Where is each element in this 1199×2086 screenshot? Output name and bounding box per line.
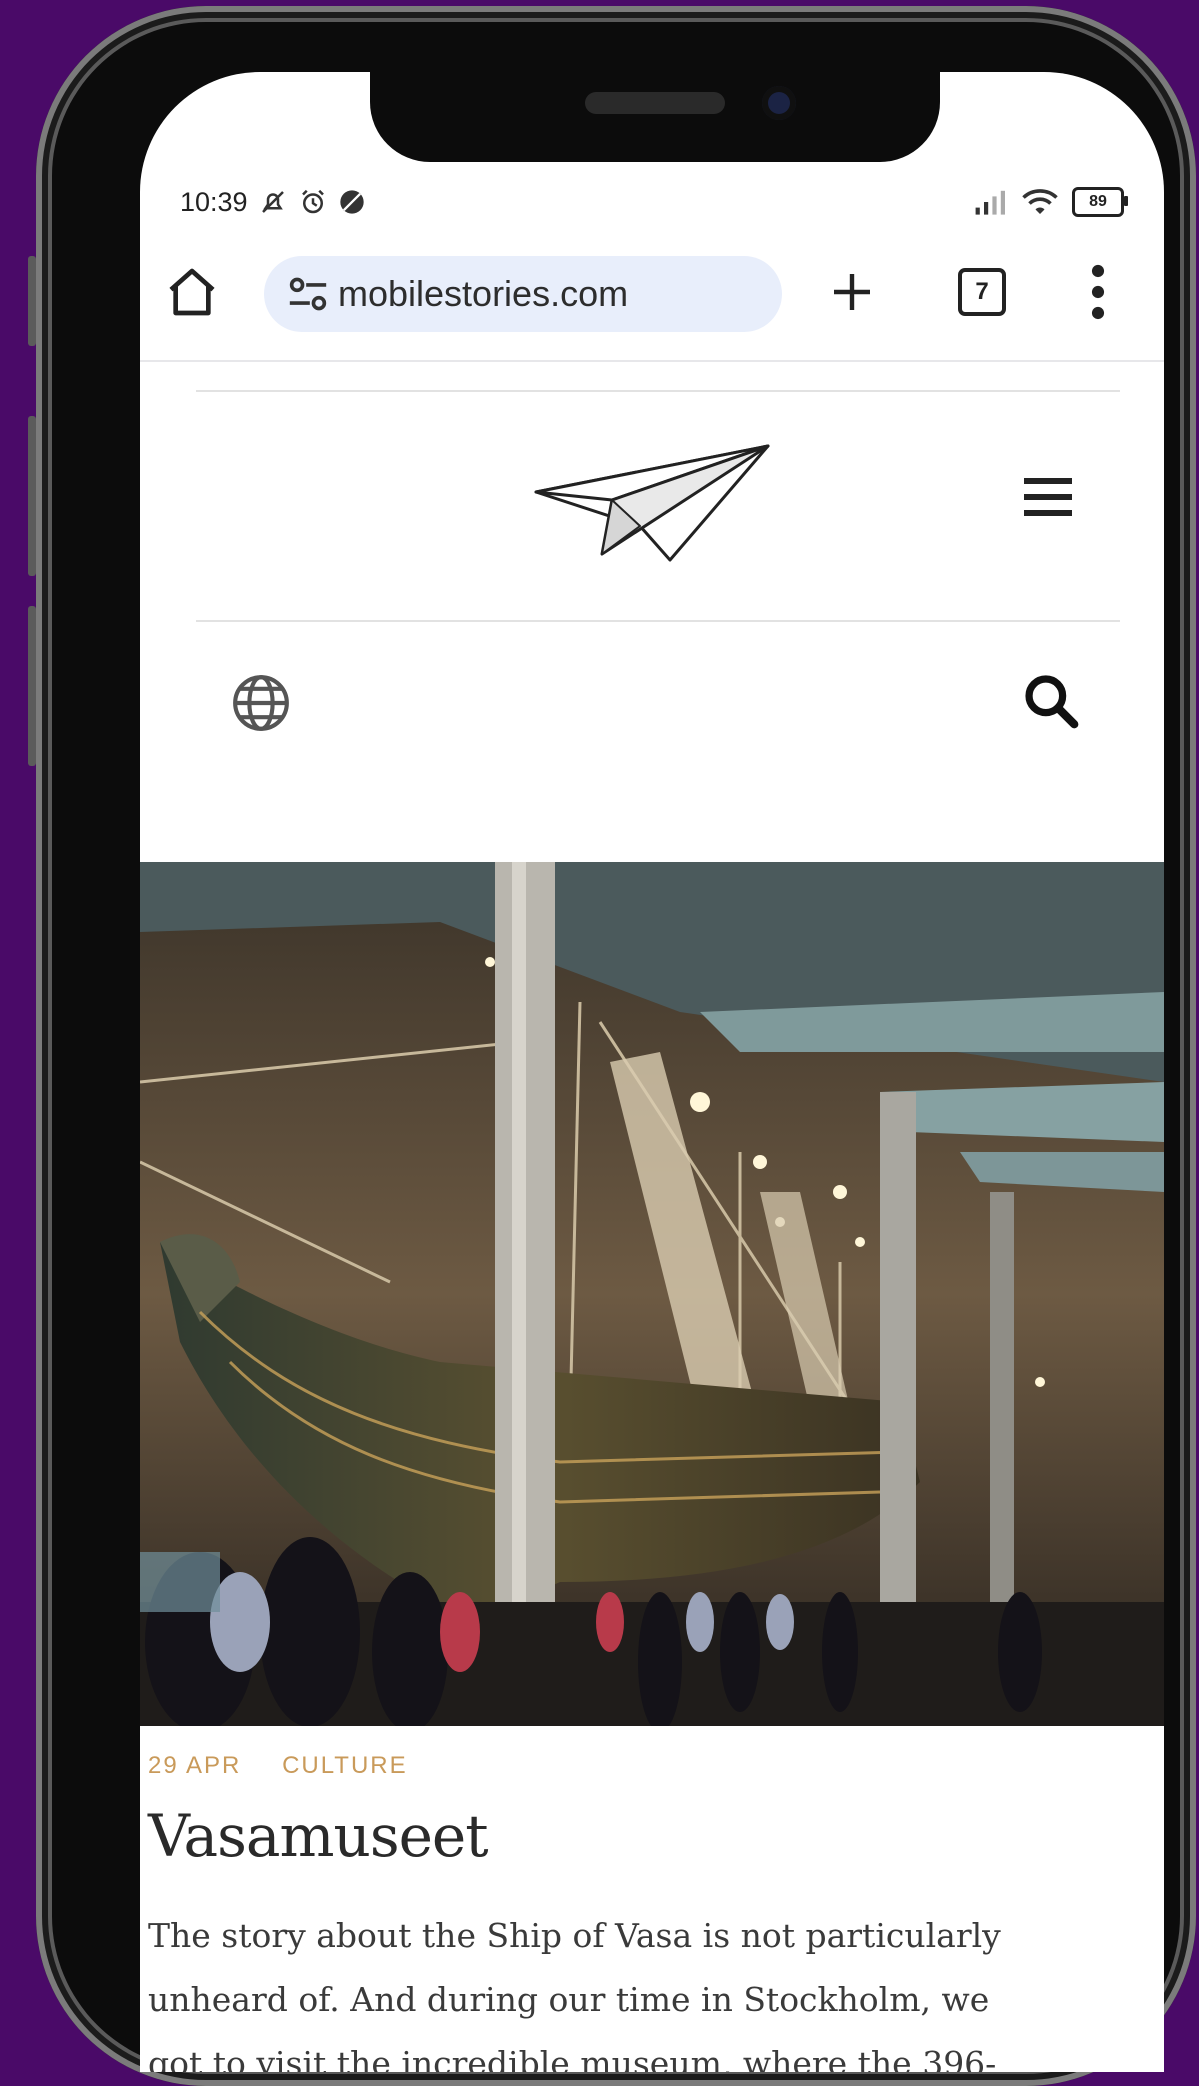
article-category-link[interactable]: CULTURE — [282, 1752, 408, 1779]
article-hero-image[interactable] — [140, 862, 1164, 1726]
wifi-icon — [1022, 189, 1058, 214]
excerpt-line: unheard of. And during our time in Stock… — [148, 1980, 990, 2019]
excerpt-line: got to visit the incredible museum, wher… — [148, 2044, 997, 2072]
alarm-icon — [301, 189, 324, 214]
status-time: 10:39 — [180, 186, 248, 217]
article-title[interactable]: Vasamuseet — [148, 1802, 489, 1870]
notch — [370, 72, 940, 162]
volume-up-button — [28, 416, 36, 576]
front-camera — [762, 86, 796, 120]
phone-screen: 10:39 89 mobilestories.com 7 29 APR CULT… — [140, 72, 1164, 2072]
app-notification-icon — [339, 190, 364, 214]
battery-icon: 89 — [1072, 187, 1128, 217]
site-settings-icon[interactable] — [286, 274, 330, 314]
silent-icon — [261, 191, 284, 213]
signal-icon — [975, 190, 1005, 215]
header-divider-bottom — [196, 620, 1120, 622]
tabs-icon[interactable]: 7 — [958, 268, 1006, 316]
plus-icon[interactable] — [828, 268, 876, 316]
url-text: mobilestories.com — [338, 273, 629, 314]
home-icon[interactable] — [164, 264, 220, 320]
search-icon[interactable] — [1020, 670, 1082, 732]
phone-frame: 10:39 89 mobilestories.com 7 29 APR CULT… — [28, 6, 1196, 2086]
paper-plane-logo[interactable] — [530, 442, 770, 572]
browser-toolbar: mobilestories.com 7 — [140, 240, 1164, 362]
article-meta: 29 APR CULTURE — [148, 1752, 440, 1780]
mute-switch — [28, 256, 36, 346]
article-date: 29 APR — [148, 1752, 242, 1779]
more-vert-icon[interactable] — [1090, 264, 1106, 320]
article-excerpt: The story about the Ship of Vasa is not … — [148, 1904, 1158, 2072]
globe-icon[interactable] — [230, 672, 292, 734]
volume-down-button — [28, 606, 36, 766]
header-divider-top — [196, 390, 1120, 392]
status-bar: 10:39 89 — [180, 182, 1128, 222]
address-bar[interactable]: mobilestories.com — [264, 256, 782, 332]
hamburger-menu-icon[interactable] — [1020, 472, 1076, 522]
excerpt-line: The story about the Ship of Vasa is not … — [148, 1916, 1001, 1955]
earpiece-speaker — [585, 92, 725, 114]
